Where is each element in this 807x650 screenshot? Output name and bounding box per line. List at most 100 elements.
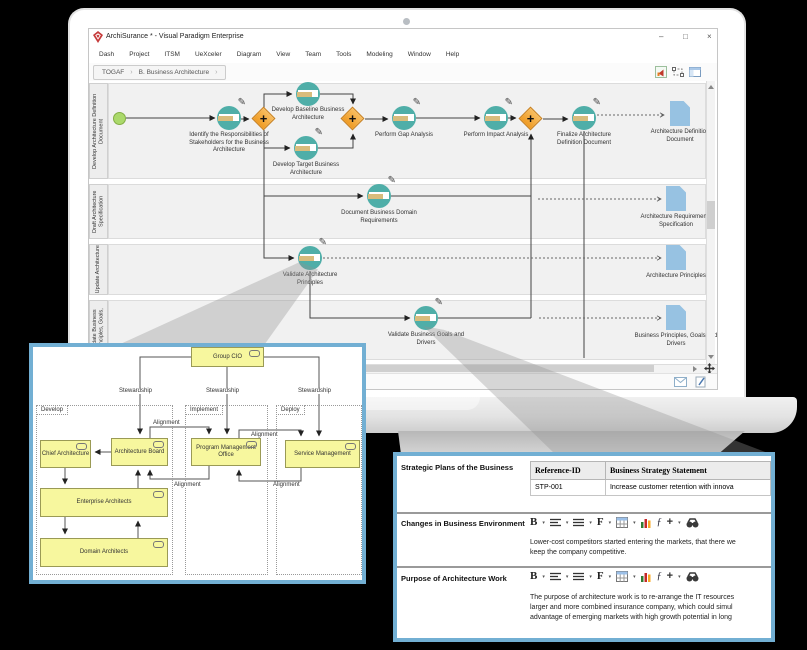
menu-dash[interactable]: Dash: [99, 51, 114, 58]
task-develop-baseline[interactable]: ✎: [296, 82, 320, 106]
pencil-icon: ✎: [388, 175, 396, 186]
document-architecture-definition[interactable]: [670, 101, 690, 126]
insert-chart-button[interactable]: [641, 518, 652, 528]
node-program-management-office[interactable]: Program Management Office: [191, 438, 261, 466]
gateway-merge-1[interactable]: +: [341, 107, 364, 130]
font-button[interactable]: F: [597, 571, 604, 582]
scroll-right-icon[interactable]: [693, 366, 697, 372]
list-button[interactable]: [573, 518, 584, 527]
menu-uexceler[interactable]: UeXceler: [195, 51, 222, 58]
chevron-down-icon[interactable]: ▾: [609, 520, 612, 526]
start-event[interactable]: [113, 112, 126, 125]
task-identify-responsibilities[interactable]: ✎: [217, 106, 241, 130]
formula-button[interactable]: ƒ: [657, 571, 662, 582]
chevron-down-icon[interactable]: ▾: [566, 574, 569, 580]
insert-table-button[interactable]: [616, 571, 628, 582]
menu-itsm[interactable]: ITSM: [164, 51, 180, 58]
align-button[interactable]: [550, 572, 561, 581]
insert-button[interactable]: +: [667, 517, 673, 528]
chevron-right-icon: ›: [215, 69, 217, 76]
chevron-down-icon[interactable]: ▾: [589, 520, 592, 526]
cell-strategy-statement[interactable]: Increase customer retention with innova: [605, 480, 770, 496]
strategic-plans-table[interactable]: Reference-ID Business Strategy Statement…: [530, 461, 771, 496]
insert-chart-button[interactable]: [641, 572, 652, 582]
formula-button[interactable]: ƒ: [657, 517, 662, 528]
breadcrumb-business-architecture[interactable]: B. Business Architecture: [139, 69, 209, 76]
gateway-merge-2[interactable]: +: [519, 107, 542, 130]
menu-team[interactable]: Team: [305, 51, 321, 58]
chevron-down-icon[interactable]: ▾: [609, 574, 612, 580]
close-button[interactable]: ×: [707, 32, 712, 42]
node-label: Group CIO: [213, 354, 242, 361]
task-document-domain-requirements[interactable]: ✎: [367, 184, 391, 208]
find-binoculars-button[interactable]: [686, 572, 699, 582]
menu-view[interactable]: View: [276, 51, 290, 58]
menu-tools[interactable]: Tools: [336, 51, 351, 58]
chevron-down-icon[interactable]: ▾: [678, 520, 681, 526]
edit-page-icon[interactable]: [695, 376, 707, 388]
task-validate-goals-drivers[interactable]: ✎: [414, 306, 438, 330]
rich-text-toolbar: B ▾ ▾ ▾ F ▾ ▾ ƒ + ▾: [530, 571, 699, 582]
task-finalize-add[interactable]: ✎: [572, 106, 596, 130]
business-role-icon: [249, 350, 260, 357]
scroll-down-icon[interactable]: [708, 355, 714, 359]
row-label-changes-in-business: Changes in Business Environment: [401, 519, 527, 528]
node-chief-architecture[interactable]: Chief Architecture: [40, 440, 91, 468]
menu-help[interactable]: Help: [446, 51, 459, 58]
task-perform-gap-analysis[interactable]: ✎: [392, 106, 416, 130]
menu-window[interactable]: Window: [408, 51, 431, 58]
chevron-down-icon[interactable]: ▾: [566, 520, 569, 526]
vertical-scroll-thumb[interactable]: [707, 201, 715, 229]
align-button[interactable]: [550, 518, 561, 527]
scroll-up-icon[interactable]: [708, 85, 714, 89]
cell-reference-id[interactable]: STP-001: [531, 480, 606, 496]
node-service-management[interactable]: Service Management: [285, 440, 360, 468]
row-divider: [397, 566, 771, 568]
task-perform-impact-analysis[interactable]: ✎: [484, 106, 508, 130]
edge-label-stewardship: Stewardship: [297, 388, 332, 394]
maximize-button[interactable]: □: [683, 32, 688, 42]
node-enterprise-architects[interactable]: Enterprise Architects: [40, 488, 168, 517]
chevron-down-icon[interactable]: ▾: [678, 574, 681, 580]
chevron-down-icon[interactable]: ▾: [542, 520, 545, 526]
column-header-reference-id: Reference-ID: [531, 462, 606, 480]
breadcrumb: TOGAF › B. Business Architecture ›: [93, 65, 226, 80]
menu-project[interactable]: Project: [129, 51, 149, 58]
chevron-down-icon[interactable]: ▾: [589, 574, 592, 580]
insert-button[interactable]: +: [667, 571, 673, 582]
minimize-button[interactable]: –: [659, 32, 663, 42]
font-button[interactable]: F: [597, 517, 604, 528]
document-label: Business Principles, Goals and Drivers: [634, 333, 717, 348]
document-architecture-principles[interactable]: [666, 245, 686, 270]
row-divider: [397, 512, 771, 514]
chevron-down-icon[interactable]: ▾: [633, 520, 636, 526]
bold-button[interactable]: B: [530, 517, 537, 528]
document-requirements-spec[interactable]: [666, 186, 686, 211]
node-domain-architects[interactable]: Domain Architects: [40, 538, 168, 567]
document-business-principles[interactable]: [666, 305, 686, 330]
chevron-down-icon[interactable]: ▾: [542, 574, 545, 580]
task-develop-target[interactable]: ✎: [294, 136, 318, 160]
plus-icon: +: [260, 112, 268, 125]
list-button[interactable]: [573, 572, 584, 581]
fit-selection-icon[interactable]: [672, 66, 684, 78]
announcement-icon[interactable]: [655, 66, 667, 78]
breadcrumb-togaf[interactable]: TOGAF: [102, 69, 124, 76]
mail-icon[interactable]: [674, 377, 687, 387]
chevron-down-icon[interactable]: ▾: [633, 574, 636, 580]
task-label: Develop Target Business Architecture: [266, 162, 346, 177]
node-group-cio[interactable]: Group CIO: [191, 347, 264, 367]
menu-modeling[interactable]: Modeling: [366, 51, 392, 58]
bold-button[interactable]: B: [530, 571, 537, 582]
node-label: Architecture Board: [115, 449, 165, 456]
business-role-icon: [345, 443, 356, 450]
layout-panel-icon[interactable]: [689, 66, 701, 78]
gateway-split-1[interactable]: +: [252, 107, 275, 130]
node-architecture-board[interactable]: Architecture Board: [111, 438, 168, 466]
menu-diagram[interactable]: Diagram: [237, 51, 262, 58]
edge-label-alignment: Alignment: [272, 482, 301, 488]
pencil-icon: ✎: [413, 97, 421, 108]
find-binoculars-button[interactable]: [686, 518, 699, 528]
task-label: Develop Baseline Business Architecture: [268, 107, 348, 122]
insert-table-button[interactable]: [616, 517, 628, 528]
